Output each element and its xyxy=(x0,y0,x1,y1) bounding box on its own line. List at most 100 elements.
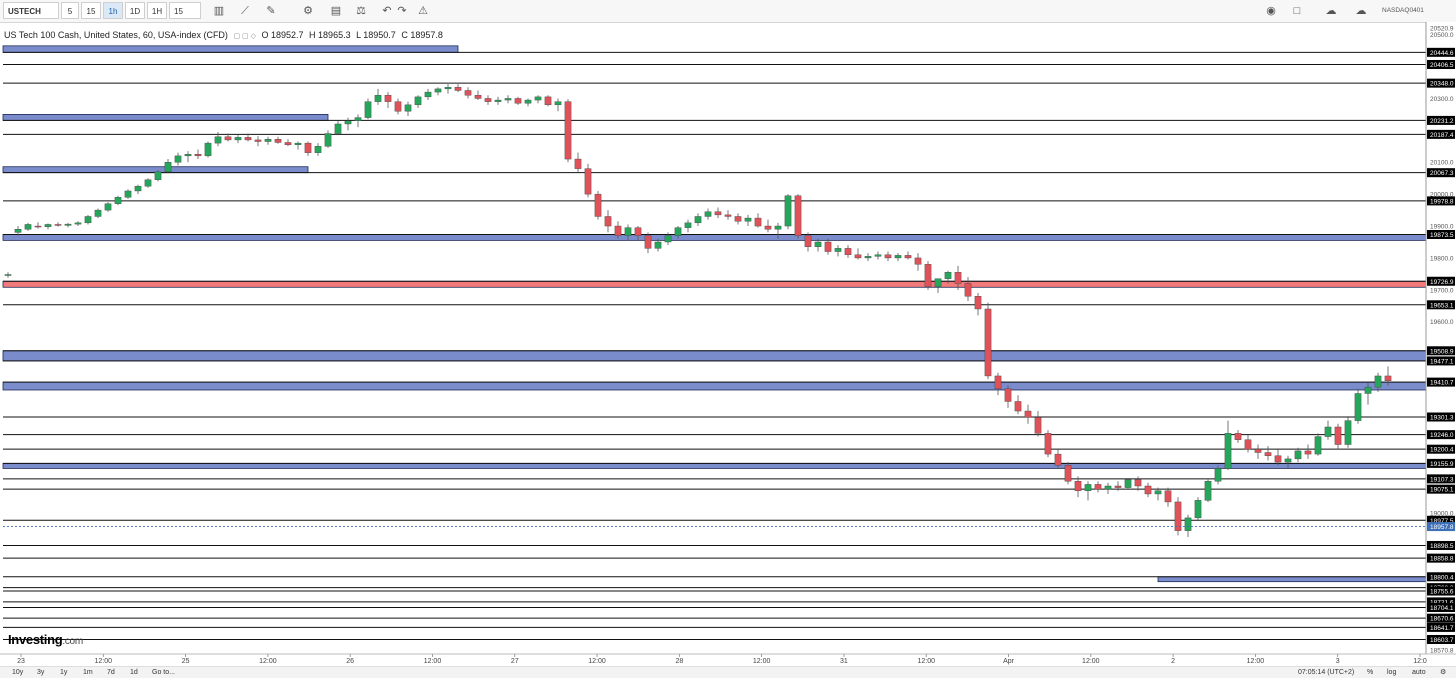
candles-icon[interactable]: ▥ xyxy=(210,3,228,19)
time-tick: 3 xyxy=(1336,654,1340,665)
log-toggle[interactable]: log xyxy=(1387,667,1396,678)
price-tick-label: 19600.0 xyxy=(1430,319,1454,326)
time-tick: 25 xyxy=(182,654,190,665)
candle-body xyxy=(1184,517,1192,531)
candle xyxy=(924,261,932,290)
candle-body xyxy=(1014,401,1022,412)
investing-logo: Investing.com xyxy=(8,632,83,647)
candle xyxy=(1034,411,1042,437)
redo-icon[interactable]: ↷ xyxy=(393,3,411,19)
candle-body xyxy=(1094,484,1102,490)
draw-tools-icon[interactable]: ✎ xyxy=(262,3,280,19)
candle xyxy=(564,99,572,163)
candle-body xyxy=(334,123,342,134)
price-tick: 18603.7 xyxy=(1427,635,1455,645)
candle xyxy=(854,248,862,260)
settings-gear-icon[interactable]: ⚙ xyxy=(1440,667,1446,678)
candle-body xyxy=(1104,485,1112,490)
candle-body xyxy=(644,235,652,249)
interval-dropdown[interactable]: 15 xyxy=(169,2,201,19)
price-tick: 18670.6 xyxy=(1427,613,1455,623)
price-chart[interactable]: 20520.920500.020444.620406.520348.020300… xyxy=(0,22,1456,677)
candle-body xyxy=(384,95,392,102)
candle-body xyxy=(604,216,612,227)
candle-body xyxy=(434,88,442,93)
candle-body xyxy=(154,171,162,180)
price-tick: 18570.8 xyxy=(1430,648,1454,655)
price-tick-label: 20348.0 xyxy=(1430,81,1454,88)
interval-1d-button[interactable]: 1D xyxy=(125,2,145,19)
price-tick-label: 19726.9 xyxy=(1430,279,1454,286)
candle-body xyxy=(4,274,12,276)
range-1d-button[interactable]: 1d xyxy=(130,667,138,678)
symbol-input[interactable]: USTECH xyxy=(3,2,59,19)
percent-toggle[interactable]: % xyxy=(1367,667,1373,678)
range-1m-button[interactable]: 1m xyxy=(83,667,93,678)
range-7d-button[interactable]: 7d xyxy=(107,667,115,678)
interval-1w-button[interactable]: 1H xyxy=(147,2,167,19)
interval-5-button[interactable]: 5 xyxy=(61,2,79,19)
blue-zone xyxy=(2,381,1439,391)
layout-icon[interactable]: □ xyxy=(1288,3,1306,19)
candle-body xyxy=(374,95,382,102)
candle xyxy=(1174,497,1182,536)
candle-body xyxy=(1154,490,1162,495)
interval-15-button[interactable]: 15 xyxy=(81,2,101,19)
auto-toggle[interactable]: auto xyxy=(1412,667,1426,678)
candle xyxy=(414,95,422,109)
time-tick-label: 26 xyxy=(346,658,354,665)
price-tick-label: 20187.4 xyxy=(1430,132,1454,139)
candle-body xyxy=(1324,426,1332,437)
time-tick-label: 23 xyxy=(17,658,25,665)
price-tick-label: 19978.8 xyxy=(1430,198,1454,205)
candle-body xyxy=(724,214,732,217)
price-tick-label: 19107.3 xyxy=(1430,476,1454,483)
candle xyxy=(1254,444,1262,459)
camera-icon[interactable]: ◉ xyxy=(1262,3,1280,19)
range-3y-button[interactable]: 3y xyxy=(37,667,44,678)
interval-1h-button[interactable]: 1h xyxy=(103,2,123,19)
bottom-bar: 10y 3y 1y 1m 7d 1d Go to... 07:05:14 (UT… xyxy=(0,666,1456,678)
candle-body xyxy=(1114,485,1122,488)
candle xyxy=(934,278,942,294)
indicator-icon[interactable]: ⟋ xyxy=(236,3,254,19)
price-tick: 19075.1 xyxy=(1427,484,1455,494)
cloud-save-icon[interactable]: ☁ xyxy=(1352,3,1370,19)
time-tick-label: Apr xyxy=(1003,658,1015,665)
candle xyxy=(604,210,612,233)
candle xyxy=(194,149,202,160)
range-1y-button[interactable]: 1y xyxy=(60,667,67,678)
goto-button[interactable]: Go to... xyxy=(152,667,175,678)
price-tick-label: 19155.9 xyxy=(1430,461,1454,468)
candle-body xyxy=(74,222,82,225)
range-10y-button[interactable]: 10y xyxy=(12,667,23,678)
candle xyxy=(34,222,42,229)
scale-icon[interactable]: ⚖ xyxy=(352,3,370,19)
legend-eye-icon[interactable]: ▢ ▢ ◇ xyxy=(233,33,256,40)
candle xyxy=(694,213,702,227)
price-tick: 19301.3 xyxy=(1427,412,1455,422)
cloud-icon[interactable]: ☁ xyxy=(1322,3,1340,19)
candle-body xyxy=(994,375,1002,389)
candle xyxy=(974,293,982,316)
series-legend: US Tech 100 Cash, United States, 60, USA… xyxy=(4,30,446,40)
candle-body xyxy=(1204,481,1212,501)
candle-body xyxy=(1304,450,1312,455)
candle xyxy=(384,92,392,109)
compare-icon[interactable]: ▤ xyxy=(327,3,345,19)
price-tick-label: 20500.0 xyxy=(1430,32,1454,39)
candle xyxy=(554,98,562,112)
candle xyxy=(874,251,882,260)
settings-icon[interactable]: ⚙ xyxy=(299,3,317,19)
price-tick-label: 19508.9 xyxy=(1430,348,1454,355)
time-tick: Apr xyxy=(1003,654,1015,665)
price-tick-label: 19700.0 xyxy=(1430,287,1454,294)
alert-icon[interactable]: ⚠ xyxy=(414,3,432,19)
price-tick-label: 19301.3 xyxy=(1430,415,1454,422)
candle xyxy=(334,120,342,136)
candle xyxy=(504,95,512,104)
candle-body xyxy=(534,96,542,101)
candle xyxy=(1294,447,1302,463)
time-tick-label: 12:00 xyxy=(753,658,771,665)
candle xyxy=(154,170,162,182)
